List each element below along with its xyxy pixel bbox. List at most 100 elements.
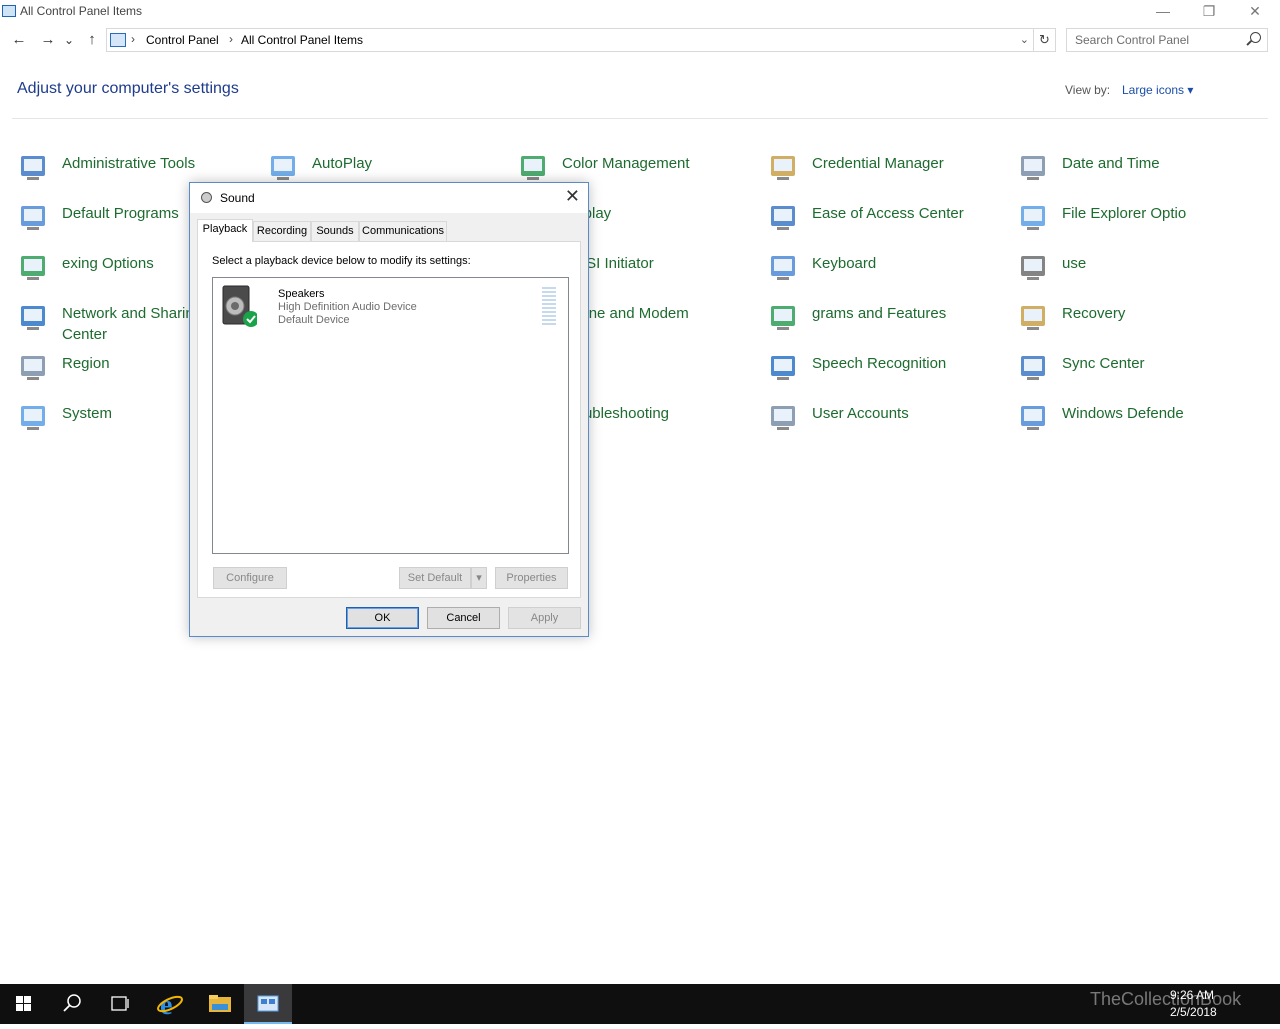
watermark-text: TheCollectionBook [1090,989,1242,1009]
control-panel-icon [2,5,16,17]
item-label: AutoPlay [312,155,373,172]
control-panel-item[interactable]: Speech Recognition [768,348,1018,392]
start-icon[interactable] [0,984,48,1024]
default-programs-icon [18,202,50,234]
control-panel-item[interactable]: Date and Time [1018,148,1268,192]
breadcrumb-control-panel[interactable]: Control Panel [146,33,219,47]
control-panel-item[interactable]: File Explorer Optio [1018,198,1268,242]
set-default-button[interactable]: Set Default [399,567,471,589]
speaker-icon [201,192,212,203]
chevron-right-icon: › [229,32,233,46]
control-panel-item[interactable]: Credential Manager [768,148,1018,192]
control-panel-item[interactable]: Keyboard [768,248,1018,292]
ok-button[interactable]: OK [346,607,419,629]
restore-button[interactable]: ❐ [1186,0,1232,24]
search-icon[interactable] [48,984,96,1024]
recent-locations-button[interactable]: ⌄ [61,30,77,50]
tab-sounds[interactable]: Sounds [311,221,359,241]
view-by-label: View by: [1065,83,1111,97]
task-view-icon[interactable] [96,984,144,1024]
recovery-icon [1018,302,1050,334]
item-label: Color Management [562,155,690,172]
admin-tools-icon [18,152,50,184]
internet-explorer-icon[interactable]: e [146,984,194,1024]
tab-communications[interactable]: Communications [359,221,447,241]
search-box[interactable] [1066,28,1268,52]
control-panel-item[interactable]: Windows Defende [1018,398,1268,442]
control-panel-icon [110,33,126,47]
tab-recording[interactable]: Recording [253,221,311,241]
dialog-close-button[interactable]: ✕ [565,186,580,207]
item-label: Phone and Modem [562,305,689,322]
item-label: Administrative Tools [62,155,196,172]
control-panel-item[interactable]: grams and Features [768,298,1018,342]
playback-instruction: Select a playback device below to modify… [212,255,471,267]
search-icon[interactable] [1250,32,1261,43]
clock-date[interactable]: 2/5/2018 [1170,1005,1217,1019]
region-icon [18,352,50,384]
svg-text:e: e [160,990,172,1021]
autoplay-icon [268,152,300,184]
configure-button[interactable]: Configure [213,567,287,589]
control-panel-icon[interactable] [244,984,292,1024]
tab-playback[interactable]: Playback [197,219,253,242]
speech-recognition-icon [768,352,800,384]
item-label: Windows Defende [1062,405,1184,422]
control-panel-item[interactable]: Ease of Access Center [768,198,1018,242]
item-label: Credential Manager [812,155,944,172]
keyboard-icon [768,252,800,284]
cancel-button[interactable]: Cancel [427,607,500,629]
properties-button[interactable]: Properties [495,567,568,589]
clock-time[interactable]: 9:26 AM [1170,988,1214,1002]
indexing-options-icon [18,252,50,284]
control-panel-item[interactable]: Recovery [1018,298,1268,342]
device-status: Default Device [278,314,350,326]
window-title: All Control Panel Items [20,4,143,18]
title-bar: All Control Panel Items — ❐ ✕ [0,0,1280,24]
control-panel-item[interactable]: Sync Center [1018,348,1268,392]
search-input[interactable] [1075,30,1245,50]
minimize-button[interactable]: — [1140,0,1186,24]
item-label: Keyboard [812,255,877,272]
file-explorer-options-icon [1018,202,1050,234]
address-bar[interactable]: › Control Panel › All Control Panel Item… [106,28,1034,52]
refresh-button[interactable]: ↻ [1034,28,1056,52]
device-description: High Definition Audio Device [278,301,417,313]
item-label: Recovery [1062,305,1126,322]
control-panel-item[interactable]: use [1018,248,1268,292]
control-panel-item[interactable]: User Accounts [768,398,1018,442]
credential-manager-icon [768,152,800,184]
item-label: grams and Features [812,305,947,322]
dialog-title-bar[interactable]: Sound ✕ [190,183,588,213]
device-list[interactable]: Speakers High Definition Audio Device De… [212,277,569,554]
forward-button[interactable]: → [37,30,59,50]
set-default-dropdown[interactable]: ▾ [471,567,487,589]
programs-features-icon [768,302,800,334]
device-name: Speakers [278,288,325,300]
back-button[interactable]: ← [8,30,30,50]
windows-defender-icon [1018,402,1050,434]
item-label: Ease of Access Center [812,205,964,222]
item-label: Sync Center [1062,355,1145,372]
item-label: Date and Time [1062,155,1160,172]
divider [12,118,1268,119]
item-label: use [1062,255,1087,272]
up-button[interactable]: ↑ [81,30,103,50]
list-item[interactable]: Speakers High Definition Audio Device De… [217,282,566,330]
file-explorer-icon[interactable] [196,984,244,1024]
chevron-right-icon: › [131,32,135,46]
item-label: File Explorer Optio [1062,205,1187,222]
item-label: Speech Recognition [812,355,947,372]
close-button[interactable]: ✕ [1232,0,1278,24]
sync-center-icon [1018,352,1050,384]
apply-button[interactable]: Apply [508,607,581,629]
page-title: Adjust your computer's settings [17,80,239,97]
volume-level-meter [542,287,556,327]
breadcrumb-all-items[interactable]: All Control Panel Items [241,33,363,47]
mouse-icon [1018,252,1050,284]
system-icon [18,402,50,434]
chevron-down-icon[interactable]: ⌄ [1020,33,1029,46]
network-sharing-icon [18,302,50,334]
item-label: Display [562,203,762,224]
view-by-dropdown[interactable]: Large icons ▾ [1122,83,1193,97]
